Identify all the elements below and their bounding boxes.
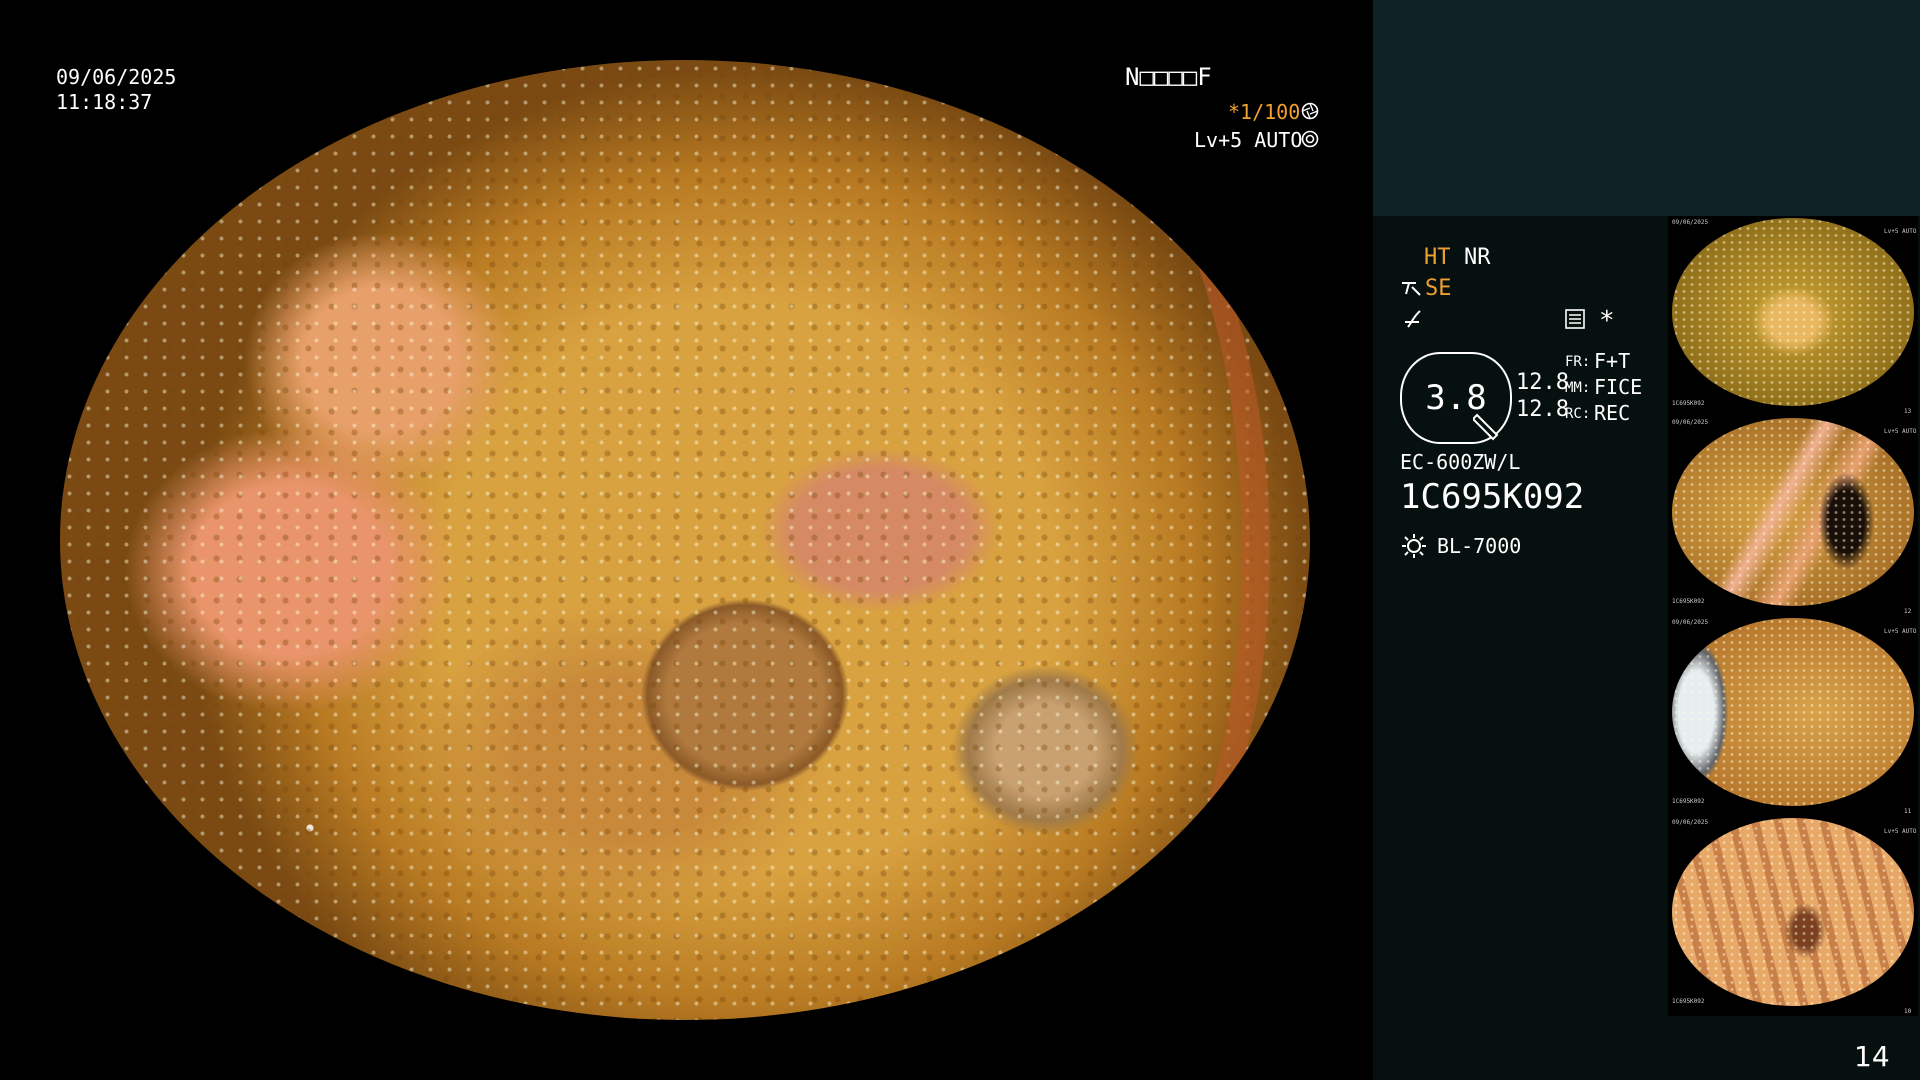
iris-icon xyxy=(1301,130,1319,152)
thumbnail-3-date: 09/06/2025 xyxy=(1672,619,1709,626)
gamma-icon xyxy=(1402,308,1424,334)
mm-value: FICE xyxy=(1594,375,1643,399)
settings-list-icon xyxy=(1564,308,1586,334)
thumbnail-1-date: 09/06/2025 xyxy=(1672,219,1709,226)
endoscope-view xyxy=(60,60,1310,1020)
time-label: 11:18:37 xyxy=(56,90,153,114)
thumbnail-1[interactable] xyxy=(1672,218,1914,406)
light-source-icon xyxy=(1400,532,1428,564)
fr-label: FR: xyxy=(1565,354,1591,370)
thumbnail-2-level: Lv+5 AUTO xyxy=(1884,428,1917,435)
image-count: 14 xyxy=(1854,1040,1890,1073)
thumbnail-4-serial: 1C695K092 xyxy=(1672,998,1705,1005)
thumbnail-4-level: Lv+5 AUTO xyxy=(1884,828,1917,835)
value-two: 12.8 xyxy=(1516,397,1569,422)
mm-label: MM: xyxy=(1565,380,1591,396)
thumbnail-3-index: 11 xyxy=(1904,808,1912,815)
value-one: 12.8 xyxy=(1516,370,1569,395)
ht-indicator: HT xyxy=(1424,245,1451,270)
thumbnail-2-index: 12 xyxy=(1904,608,1912,615)
brightness-level: Lv+5 AUTO xyxy=(1194,128,1303,152)
thumbnail-3-serial: 1C695K092 xyxy=(1672,798,1705,805)
light-source-model: BL-7000 xyxy=(1437,534,1522,558)
thumbnail-2-serial: 1C695K092 xyxy=(1672,598,1705,605)
rc-label: RC: xyxy=(1565,406,1591,422)
fr-value: F+T xyxy=(1594,349,1631,373)
rc-value: REC xyxy=(1594,401,1631,425)
scope-serial: 1C695K092 xyxy=(1400,477,1585,517)
thumbnail-1-serial: 1C695K092 xyxy=(1672,400,1705,407)
thumbnail-2-date: 09/06/2025 xyxy=(1672,419,1709,426)
thumbnail-3[interactable] xyxy=(1672,618,1914,806)
freeze-asterisk: * xyxy=(1599,306,1615,336)
pen-icon xyxy=(1471,411,1503,445)
thumbnail-2[interactable] xyxy=(1672,418,1914,606)
aperture-icon xyxy=(1301,102,1319,124)
shutter-speed: *1/100 xyxy=(1228,100,1301,124)
info-panel-header xyxy=(1373,0,1920,216)
thumbnail-3-level: Lv+5 AUTO xyxy=(1884,628,1917,635)
patient-code: N□□□□F xyxy=(1125,63,1212,91)
structure-enhance-icon xyxy=(1400,278,1424,302)
date-label: 09/06/2025 xyxy=(56,65,177,89)
thumbnail-4[interactable] xyxy=(1672,818,1914,1006)
thumbnail-1-level: Lv+5 AUTO xyxy=(1884,228,1917,235)
nr-indicator: NR xyxy=(1464,245,1491,270)
thumbnail-4-date: 09/06/2025 xyxy=(1672,819,1709,826)
scope-model: EC-600ZW/L xyxy=(1400,450,1521,474)
thumbnail-1-index: 13 xyxy=(1904,408,1912,415)
thumbnail-4-index: 10 xyxy=(1904,1008,1912,1015)
se-indicator: SE xyxy=(1425,276,1452,301)
